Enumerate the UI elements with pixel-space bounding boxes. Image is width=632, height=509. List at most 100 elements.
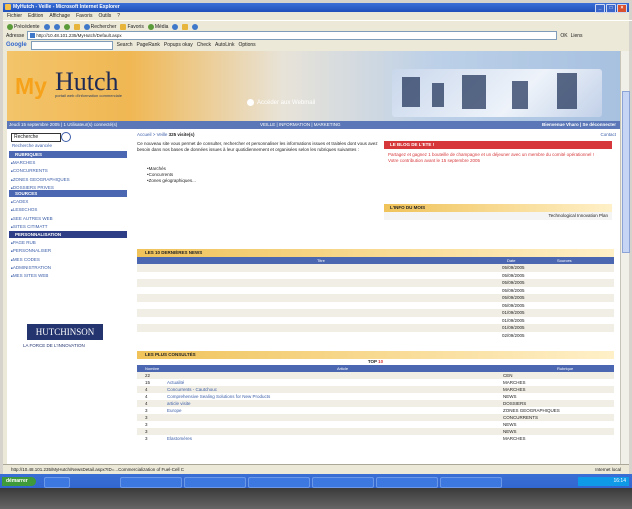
table-row[interactable]: 02/09/2005 <box>137 332 614 340</box>
menu-view[interactable]: Affichage <box>49 13 70 19</box>
info-item[interactable]: Technological Innovation Plan <box>384 212 612 220</box>
check-button[interactable]: Check <box>197 42 211 48</box>
go-button[interactable]: OK <box>560 33 567 39</box>
news-header: Titre Date Sources <box>137 257 614 264</box>
col-sources: Sources <box>557 258 572 263</box>
menu-edit[interactable]: Edition <box>28 13 43 19</box>
nav-item[interactable]: MES CODES <box>11 256 51 264</box>
quicklaunch[interactable] <box>44 477 70 488</box>
breadcrumb-path[interactable]: Accueil > Veille <box>137 132 167 137</box>
col-count: Nombre <box>145 366 160 371</box>
back-button[interactable]: Précédente <box>7 23 40 30</box>
media-button[interactable]: Média <box>147 23 168 30</box>
table-row[interactable]: 05/09/2005 <box>137 264 614 272</box>
table-row[interactable]: 01/09/2005 <box>137 317 614 325</box>
nav-item[interactable]: CADEX <box>11 198 53 206</box>
taskbar-item[interactable] <box>376 477 438 488</box>
most-viewed-table: LES PLUS CONSULTÉS TOP 10 Nombre Article… <box>137 351 614 442</box>
window-title: MyHutch - Veille - Microsoft Internet Ex… <box>13 4 120 10</box>
search-button[interactable]: Rechercher <box>83 23 116 30</box>
blog-title[interactable]: LE BLOG DE L'ETE ! <box>384 141 612 149</box>
start-button[interactable]: démarrer <box>2 477 36 486</box>
table-row[interactable]: 4 Comprehensive Sealing Solutions for New… <box>137 393 614 400</box>
history-icon <box>172 23 179 30</box>
col-date: Date <box>507 258 516 263</box>
nav-item[interactable]: CONCURRENTS <box>11 167 70 175</box>
vertical-scrollbar[interactable] <box>620 51 630 464</box>
table-row[interactable]: 05/09/2005 <box>137 302 614 310</box>
print-button[interactable] <box>192 23 199 30</box>
table-row[interactable]: 3 Europe ZONES GEOGRAPHIQUES <box>137 407 614 414</box>
table-row[interactable]: 05/09/2005 <box>137 272 614 280</box>
intro-text: Ce nouveau site vous permet de consulter… <box>137 141 378 152</box>
autolink-button[interactable]: AutoLink <box>215 42 234 48</box>
favorites-button[interactable]: Favoris <box>120 23 144 30</box>
nav-item[interactable]: PERSONNALISER <box>11 247 51 255</box>
taskbar-item[interactable] <box>184 477 246 488</box>
taskbar-item[interactable] <box>312 477 374 488</box>
menu-help[interactable]: ? <box>117 13 120 19</box>
menu-favorites[interactable]: Favoris <box>76 13 92 19</box>
scroll-thumb[interactable] <box>622 91 630 253</box>
site-header: My Hutch portail web d'information comme… <box>7 51 620 121</box>
print-icon <box>192 23 199 30</box>
pagerank-indicator: PageRank <box>136 42 160 48</box>
options-button[interactable]: Options <box>238 42 255 48</box>
nav-item[interactable]: SEE AUTRES WEB <box>11 215 53 223</box>
search-icon[interactable] <box>61 132 71 142</box>
taskbar-item[interactable] <box>440 477 502 488</box>
google-search-button[interactable]: Search <box>117 42 133 48</box>
photo-bottom-edge <box>0 488 632 509</box>
address-input[interactable]: http://10.48.101.235/MyHutch/Default.asp… <box>27 31 558 40</box>
nav-item[interactable]: ZONES GEOGRAPHIQUES <box>11 176 70 184</box>
ie-icon <box>5 4 11 10</box>
forward-button[interactable] <box>43 23 50 30</box>
mail-button[interactable] <box>182 23 189 30</box>
webmail-link[interactable]: Accéder aux Webmail <box>247 99 315 106</box>
table-row[interactable]: 05/09/2005 <box>137 279 614 287</box>
contact-link[interactable]: Contact <box>600 132 616 137</box>
logout-link[interactable]: Bienvenue Vharo | Se déconnecter <box>542 122 616 127</box>
table-row[interactable]: 3 NEWS <box>137 421 614 428</box>
news-rows: 05/09/2005 05/09/2005 05/09/2005 05/09/2… <box>137 264 614 339</box>
taskbar-item[interactable] <box>248 477 310 488</box>
sidebar: Recherche Recherche avancée RUBRIQUES MA… <box>7 129 129 464</box>
nav-item[interactable]: ADMINISTRATION <box>11 264 51 272</box>
table-row[interactable]: 05/09/2005 <box>137 294 614 302</box>
col-rubric: Rubrique <box>557 366 574 371</box>
nav-item[interactable]: SITES CITIMATT <box>11 223 53 231</box>
google-search-input[interactable] <box>30 40 113 50</box>
links-label[interactable]: Liens <box>571 33 583 39</box>
table-row[interactable]: 01/09/2005 <box>137 309 614 317</box>
myhutch-logo[interactable]: My Hutch portail web d'information comme… <box>15 61 125 101</box>
personnalisation-list: PAGE RUB PERSONNALISER MES CODES ADMINIS… <box>11 239 51 280</box>
taskbar-item[interactable] <box>120 477 182 488</box>
table-row[interactable]: 4 article visite DOSSIERS <box>137 400 614 407</box>
table-row[interactable]: 15 Actualité MARCHES <box>137 379 614 386</box>
nav-item[interactable]: MARCHES <box>11 159 70 167</box>
top-rows: 22 CEN 15 Actualité MARCHES 4 Concurrents - … <box>137 372 614 442</box>
table-row[interactable]: 3 NEWS <box>137 428 614 435</box>
nav-item[interactable]: MES SITES WEB <box>11 272 51 280</box>
blog-text: Partagez et gagnez 1 bouteille de champa… <box>388 152 594 163</box>
user-bar: Jeudi 15 septembre 2005 | 1 Utilisateur(… <box>7 121 620 129</box>
top-header: Nombre Article Rubrique <box>137 365 614 372</box>
menu-tools[interactable]: Outils <box>98 13 111 19</box>
section-tabs[interactable]: VEILLE | INFORMATION | MARKETING <box>260 122 341 127</box>
nav-item[interactable]: PAGE RUB <box>11 239 51 247</box>
table-row[interactable]: 4 Concurrents - Cautchouc MARCHES <box>137 386 614 393</box>
stop-button[interactable] <box>53 23 60 30</box>
home-button[interactable] <box>73 23 80 30</box>
popups-button[interactable]: Popups okay <box>164 42 193 48</box>
advanced-search-link[interactable]: Recherche avancée <box>12 143 52 148</box>
search-input[interactable]: Recherche <box>11 133 61 142</box>
menu-file[interactable]: Fichier <box>7 13 22 19</box>
table-row[interactable]: 3 CONCURRENTS <box>137 414 614 421</box>
refresh-button[interactable] <box>63 23 70 30</box>
table-row[interactable]: 22 CEN <box>137 372 614 379</box>
table-row[interactable]: 05/09/2005 <box>137 287 614 295</box>
nav-item[interactable]: LESECHOS <box>11 206 53 214</box>
table-row[interactable]: 3 Elastomères MARCHES <box>137 435 614 442</box>
history-button[interactable] <box>172 23 179 30</box>
table-row[interactable]: 01/09/2005 <box>137 324 614 332</box>
